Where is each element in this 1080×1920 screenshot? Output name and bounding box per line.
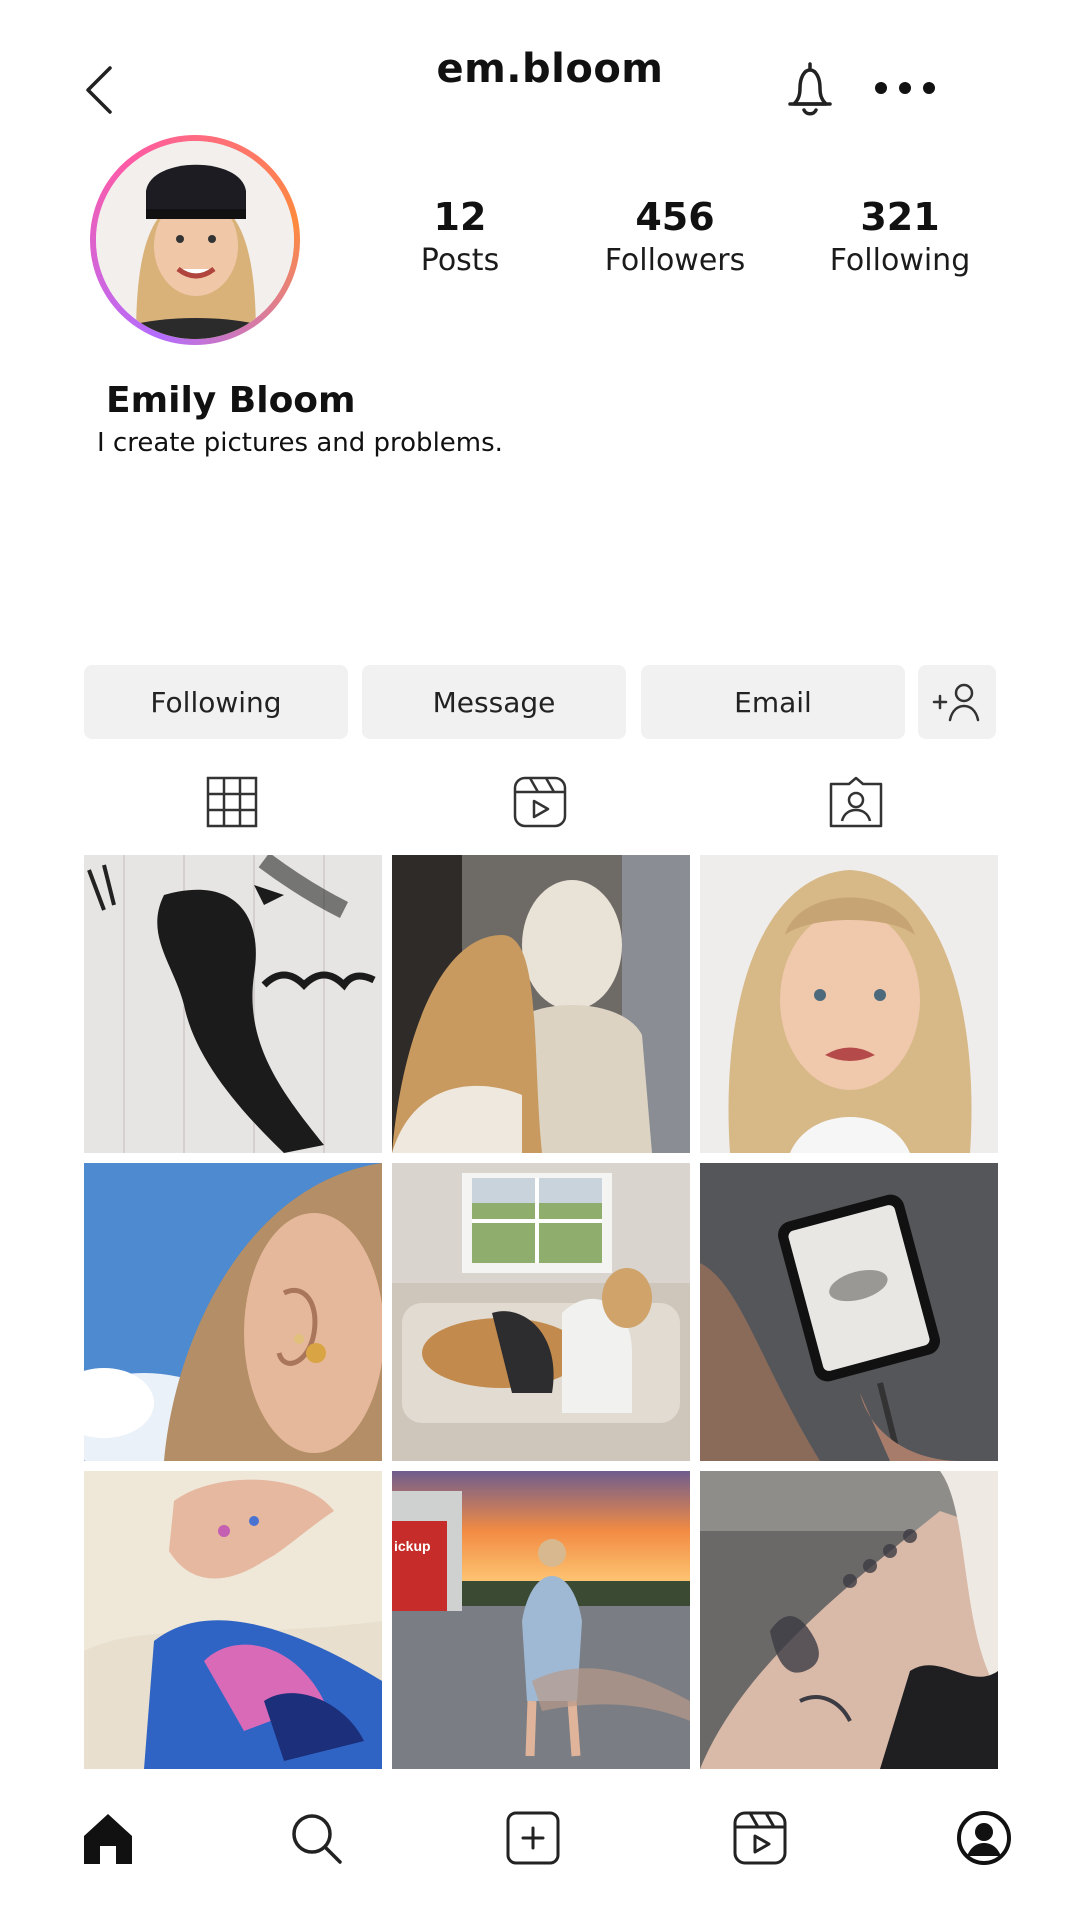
add-post-icon	[506, 1811, 560, 1865]
add-person-icon	[932, 683, 980, 722]
bell-icon	[788, 62, 832, 116]
posts-count: 12	[433, 195, 487, 239]
posts-label: Posts	[420, 243, 500, 278]
followers-label: Followers	[604, 243, 746, 278]
email-button[interactable]: Email	[641, 665, 905, 739]
nav-create[interactable]	[505, 1810, 561, 1866]
nav-search[interactable]	[288, 1810, 344, 1866]
tab-grid[interactable]	[203, 775, 263, 829]
grid-icon	[206, 776, 258, 828]
post-thumbnail[interactable]	[84, 1471, 382, 1769]
following-label: Following	[829, 243, 971, 278]
reels-icon	[513, 776, 567, 828]
suggest-people-button[interactable]	[918, 665, 996, 739]
avatar[interactable]	[90, 135, 300, 345]
tagged-icon	[829, 776, 883, 828]
following-count: 321	[860, 195, 940, 239]
search-icon	[292, 1814, 342, 1864]
bio-text: I create pictures and problems.	[97, 428, 503, 458]
following-stat[interactable]: 321 Following	[810, 195, 990, 283]
home-icon	[84, 1814, 132, 1864]
more-dots-icon	[875, 82, 935, 94]
post-thumbnail[interactable]	[392, 1163, 690, 1461]
post-thumbnail[interactable]	[84, 855, 382, 1153]
following-button[interactable]: Following	[84, 665, 348, 739]
display-name: Emily Bloom	[106, 380, 356, 421]
post-thumbnail[interactable]: ickup	[392, 1471, 690, 1769]
message-button[interactable]: Message	[362, 665, 626, 739]
followers-stat[interactable]: 456 Followers	[585, 195, 765, 283]
post-thumbnail[interactable]	[392, 855, 690, 1153]
nav-profile[interactable]	[956, 1810, 1012, 1866]
followers-count: 456	[635, 195, 715, 239]
tab-reels[interactable]	[510, 775, 570, 829]
post-thumbnail[interactable]	[700, 1163, 998, 1461]
more-options-button[interactable]	[872, 78, 938, 98]
tab-tagged[interactable]	[826, 775, 886, 829]
profile-icon	[957, 1811, 1011, 1865]
nav-home[interactable]	[80, 1810, 136, 1866]
post-thumbnail[interactable]	[84, 1163, 382, 1461]
post-thumbnail[interactable]	[700, 1471, 998, 1769]
reels-icon	[733, 1811, 787, 1865]
avatar-photo	[96, 141, 294, 339]
nav-reels[interactable]	[732, 1810, 788, 1866]
post-thumbnail[interactable]	[700, 855, 998, 1153]
pickup-sign: ickup	[394, 1538, 431, 1554]
notifications-button[interactable]	[782, 58, 838, 120]
posts-stat[interactable]: 12 Posts	[370, 195, 550, 283]
